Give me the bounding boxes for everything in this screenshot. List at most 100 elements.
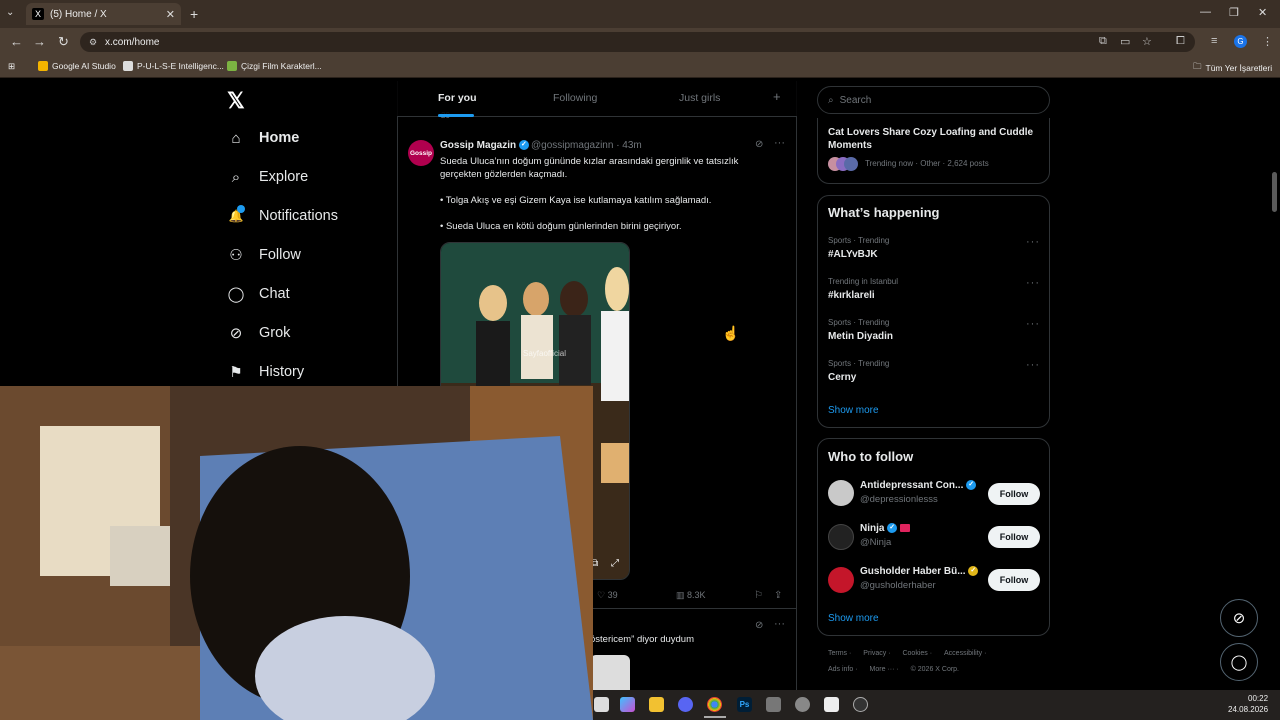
- maximize-icon[interactable]: ❐: [1229, 6, 1239, 19]
- photoshop-icon[interactable]: Ps: [737, 697, 752, 712]
- search-input[interactable]: ⌕ Search: [817, 86, 1050, 114]
- menu-icon[interactable]: ⋮: [1262, 35, 1273, 48]
- cast-icon[interactable]: ▭: [1120, 35, 1130, 48]
- footer-cookies[interactable]: Cookies: [902, 650, 927, 657]
- trend-more-icon[interactable]: ···: [1026, 318, 1040, 330]
- bookmark-cizgi-film[interactable]: Çizgi Film Karakterl...: [227, 61, 322, 71]
- avatar[interactable]: [828, 567, 854, 593]
- network-icon[interactable]: [766, 697, 781, 712]
- footer-accessibility[interactable]: Accessibility: [944, 650, 982, 657]
- tab-following[interactable]: Following: [553, 92, 597, 104]
- tweet-handle-time[interactable]: @gossipmagazinn · 43m: [531, 140, 642, 151]
- add-tab-icon[interactable]: +: [773, 89, 781, 104]
- apps-icon[interactable]: ⊞: [8, 61, 15, 72]
- chrome-icon[interactable]: [707, 697, 722, 712]
- grok-floating-icon[interactable]: ⊘: [1220, 599, 1258, 637]
- back-icon[interactable]: ←: [10, 34, 23, 49]
- trend-more-icon[interactable]: ···: [1026, 277, 1040, 289]
- nav-chat[interactable]: ◯ Chat: [227, 285, 290, 303]
- tweet-more-icon-2[interactable]: ···: [774, 618, 785, 630]
- footer-terms[interactable]: Terms: [828, 650, 847, 657]
- verified-badge-icon: ✓: [966, 480, 977, 491]
- tab-list-icon[interactable]: ⌄: [6, 7, 14, 18]
- new-tab-button[interactable]: +: [190, 6, 198, 22]
- footer-ads-info[interactable]: Ads info: [828, 666, 853, 673]
- folder-icon: 🗀: [1193, 61, 1202, 71]
- suggested-account[interactable]: Ninja ✓ @Ninja: [860, 523, 911, 548]
- next-tweet-media[interactable]: [590, 655, 630, 690]
- system-clock[interactable]: 00:22 24.08.2026: [1228, 693, 1268, 715]
- trends-show-more[interactable]: Show more: [828, 405, 879, 416]
- avatar[interactable]: [828, 524, 854, 550]
- views-button[interactable]: ▥ 8.3K: [676, 590, 706, 601]
- bookmark-star-icon[interactable]: ☆: [1142, 35, 1152, 48]
- tweet-avatar[interactable]: Gossip: [408, 140, 434, 166]
- trend-item[interactable]: Sports · Trending Cerny: [828, 359, 1043, 383]
- share-icon[interactable]: ⇪: [774, 590, 782, 601]
- tab-for-you[interactable]: For you: [438, 92, 477, 104]
- page-scrollbar[interactable]: [1272, 172, 1277, 212]
- discord-icon[interactable]: [678, 697, 693, 712]
- obs-icon[interactable]: [853, 697, 868, 712]
- trend-item[interactable]: Sports · Trending #ALYvBJK: [828, 236, 1043, 260]
- trend-meta: Trending now · Other · 2,624 posts: [865, 159, 989, 168]
- follow-show-more[interactable]: Show more: [828, 613, 879, 624]
- tweet-more-icon[interactable]: ···: [774, 137, 785, 149]
- video-watermark: Sayfaofficial: [523, 349, 566, 358]
- taskbar-file-icon[interactable]: [594, 697, 609, 712]
- copilot-icon[interactable]: [620, 697, 635, 712]
- settings-icon[interactable]: [795, 697, 810, 712]
- avatar[interactable]: [828, 480, 854, 506]
- x-logo-icon[interactable]: 𝕏: [227, 88, 245, 114]
- tab-close-icon[interactable]: ✕: [166, 8, 175, 21]
- forward-icon[interactable]: →: [33, 34, 46, 49]
- grok-tweet-icon[interactable]: ⊘: [755, 139, 763, 150]
- footer-more[interactable]: More ···: [870, 666, 895, 673]
- follow-button[interactable]: Follow: [988, 526, 1040, 548]
- translate-icon[interactable]: ⧉: [1099, 35, 1107, 48]
- nav-explore[interactable]: ⌕ Explore: [227, 168, 308, 186]
- app-icon[interactable]: [824, 697, 839, 712]
- trend-item[interactable]: Trending in Istanbul #kırklareli: [828, 277, 1043, 301]
- nav-history[interactable]: ⚑ History: [227, 363, 304, 381]
- tweet-author-name[interactable]: Gossip Magazin ✓: [440, 140, 529, 151]
- bookmark-icon[interactable]: ⚐: [754, 590, 763, 601]
- search-icon: ⌕: [231, 168, 241, 186]
- trend-more-icon[interactable]: ···: [1026, 359, 1040, 371]
- suggested-account[interactable]: Antidepressant Con... ✓ @depressionlesss: [860, 480, 977, 505]
- all-bookmarks[interactable]: 🗀 Tüm Yer İşaretleri: [1193, 61, 1272, 75]
- follow-button[interactable]: Follow: [988, 569, 1040, 591]
- tweet-text: Sueda Uluca’nın doğum gününde kızlar ara…: [440, 155, 780, 233]
- browser-tab-x-home[interactable]: X (5) Home / X ✕: [26, 3, 181, 25]
- nav-grok[interactable]: ⊘ Grok: [227, 324, 291, 342]
- site-info-icon[interactable]: ⚙: [89, 37, 97, 48]
- extensions-icon[interactable]: ⧠: [1176, 35, 1185, 48]
- pulse-icon: [123, 61, 133, 71]
- bookmark-google-ai-studio[interactable]: Google AI Studio: [38, 61, 116, 71]
- trend-more-icon[interactable]: ···: [1026, 236, 1040, 248]
- file-explorer-icon[interactable]: [649, 697, 664, 712]
- ai-studio-icon: [38, 61, 48, 71]
- grok-tweet-icon-2[interactable]: ⊘: [755, 620, 763, 631]
- bookmark-pulse[interactable]: P-U-L-S-E Intelligenc...: [123, 61, 224, 71]
- media-icon[interactable]: ≡: [1211, 35, 1217, 47]
- tab-just-girls[interactable]: Just girls: [679, 92, 720, 104]
- follow-button[interactable]: Follow: [988, 483, 1040, 505]
- suggested-account[interactable]: Gusholder Haber Bü... ✓ @gusholderhaber: [860, 566, 979, 591]
- reload-icon[interactable]: ↻: [58, 34, 69, 50]
- nav-home[interactable]: ⌂ Home: [227, 129, 299, 147]
- footer-privacy[interactable]: Privacy: [863, 650, 886, 657]
- profile-avatar[interactable]: G: [1234, 35, 1247, 48]
- close-window-icon[interactable]: ✕: [1258, 6, 1267, 19]
- trend-name: #kırklareli: [828, 290, 875, 301]
- like-button[interactable]: ♡ 39: [597, 590, 618, 601]
- address-bar[interactable]: x.com/home: [80, 32, 1195, 52]
- account-handle: @depressionlesss: [860, 494, 938, 505]
- trend-item[interactable]: Sports · Trending Metin Diyadin: [828, 318, 1043, 342]
- trend-card[interactable]: Cat Lovers Share Cozy Loafing and Cuddle…: [817, 118, 1050, 184]
- messages-floating-icon[interactable]: ◯: [1220, 643, 1258, 681]
- verified-badge-icon: ✓: [887, 523, 898, 534]
- nav-follow[interactable]: ⚇ Follow: [227, 246, 301, 264]
- fullscreen-icon[interactable]: ⤢: [611, 558, 619, 569]
- minimize-icon[interactable]: —: [1200, 6, 1211, 18]
